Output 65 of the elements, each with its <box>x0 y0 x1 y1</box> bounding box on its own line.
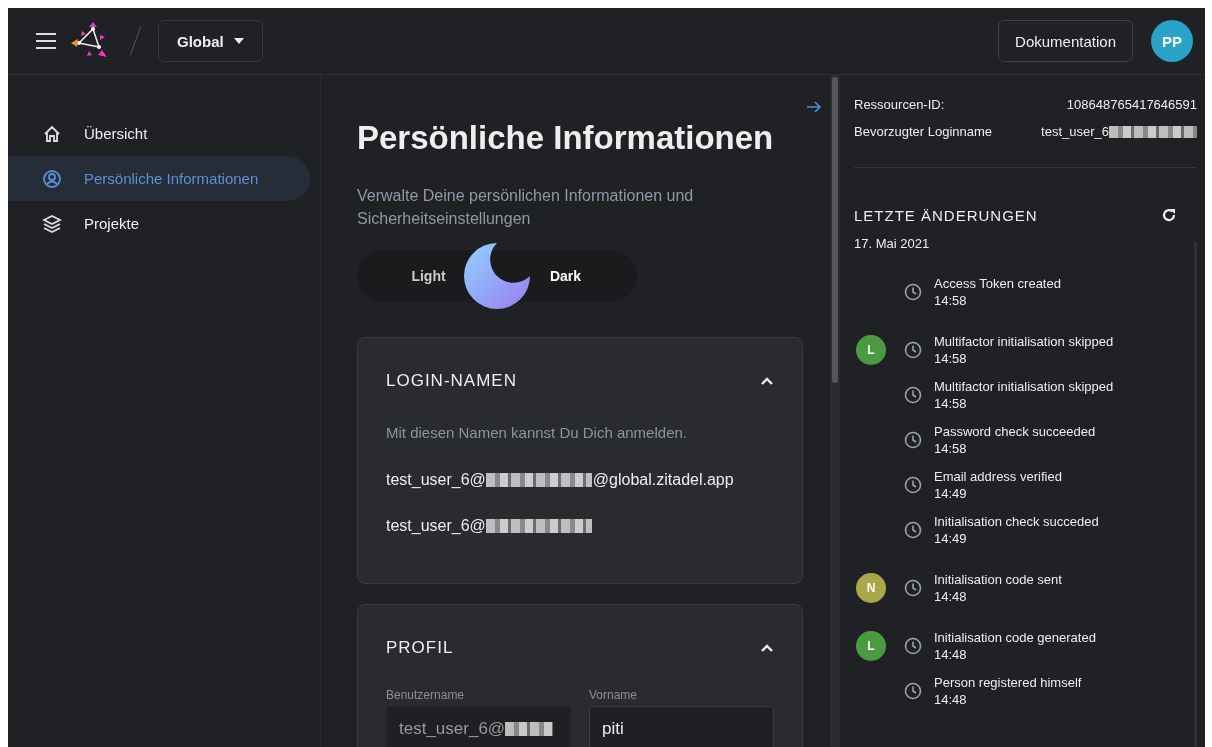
field-label: Vorname <box>589 688 639 702</box>
scrollbar-thumb[interactable] <box>832 77 838 383</box>
clock-icon <box>904 430 922 449</box>
login-name: test_user_6@ <box>386 517 486 535</box>
detail-value: test_user_6 <box>1041 124 1109 139</box>
event-name: Access Token created <box>934 274 1061 292</box>
event-name: Email address verified <box>934 467 1062 485</box>
event-name: Multifactor initialisation skipped <box>934 332 1114 350</box>
sidebar-item[interactable]: Persönliche Informationen <box>8 156 310 201</box>
refresh-icon[interactable] <box>1161 207 1177 223</box>
sidebar-item[interactable]: Projekte <box>8 201 310 246</box>
organization-dropdown[interactable]: Global <box>158 20 263 62</box>
event-name: Password check succeeded <box>934 422 1096 440</box>
section-title: LETZTE ÄNDERUNGEN <box>854 206 1038 224</box>
user-avatar: L <box>856 630 886 661</box>
clock-icon <box>904 282 922 301</box>
event-time: 14:58 <box>934 291 968 309</box>
clock-icon <box>904 475 922 494</box>
menu-icon[interactable] <box>35 32 57 50</box>
event-time: 14:49 <box>934 529 968 547</box>
clock-icon <box>904 636 922 655</box>
event-name: Initialisation code sent <box>934 570 1062 588</box>
person-icon <box>42 168 62 189</box>
detail-label: Bevorzugter Loginname <box>854 124 993 139</box>
user-avatar: L <box>856 334 886 365</box>
clock-icon <box>904 578 922 597</box>
detail-label: Ressourcen-ID: <box>854 97 945 112</box>
arrow-right-icon <box>806 101 822 113</box>
event-name: Initialisation check succeded <box>934 512 1099 530</box>
moon-icon <box>462 241 532 311</box>
event-name: Initialisation code generated <box>934 628 1096 646</box>
user-avatar: N <box>856 572 886 603</box>
clock-icon <box>904 385 922 404</box>
sidebar-item[interactable]: Übersicht <box>8 111 310 156</box>
home-icon <box>42 123 62 144</box>
theme-option[interactable]: Light <box>391 268 466 284</box>
section-description: Mit diesen Namen kannst Du Dich anmelden. <box>386 424 688 441</box>
detail-value: 108648765417646591 <box>1066 97 1197 112</box>
login-name: test_user_6@ <box>386 471 486 489</box>
event-time: 14:58 <box>934 439 968 457</box>
documentation-button[interactable]: Dokumentation <box>998 20 1133 62</box>
event-time: 14:48 <box>934 587 968 605</box>
event-name: Multifactor initialisation skipped <box>934 377 1114 395</box>
section-title: LOGIN-NAMEN <box>386 371 517 391</box>
caret-icon <box>233 38 244 44</box>
login-name: @global.zitadel.app <box>592 471 734 489</box>
clock-icon <box>904 681 922 700</box>
page-title: Persönliche Informationen <box>357 118 775 158</box>
event-time: 14:48 <box>934 645 968 663</box>
event-time: 14:58 <box>934 394 968 412</box>
input-field[interactable]: piti <box>589 706 774 747</box>
event-time: 14:49 <box>934 484 968 502</box>
event-time: 14:48 <box>934 690 968 708</box>
date-heading: 17. Mai 2021 <box>854 236 931 251</box>
chevron-up-icon[interactable] <box>760 643 774 653</box>
page-subtitle: Verwalte Deine persönlichen Informationen und Sicherheitseinstellungen <box>357 186 695 229</box>
section-title: PROFIL <box>386 638 454 658</box>
chevron-up-icon[interactable] <box>760 376 774 386</box>
clock-icon <box>904 520 922 539</box>
layers-icon <box>42 213 62 234</box>
theme-option[interactable]: Dark <box>528 268 603 284</box>
clock-icon <box>904 340 922 359</box>
field-label: Benutzername <box>386 688 466 702</box>
event-time: 14:58 <box>934 349 968 367</box>
event-name: Person registered himself <box>934 673 1082 691</box>
